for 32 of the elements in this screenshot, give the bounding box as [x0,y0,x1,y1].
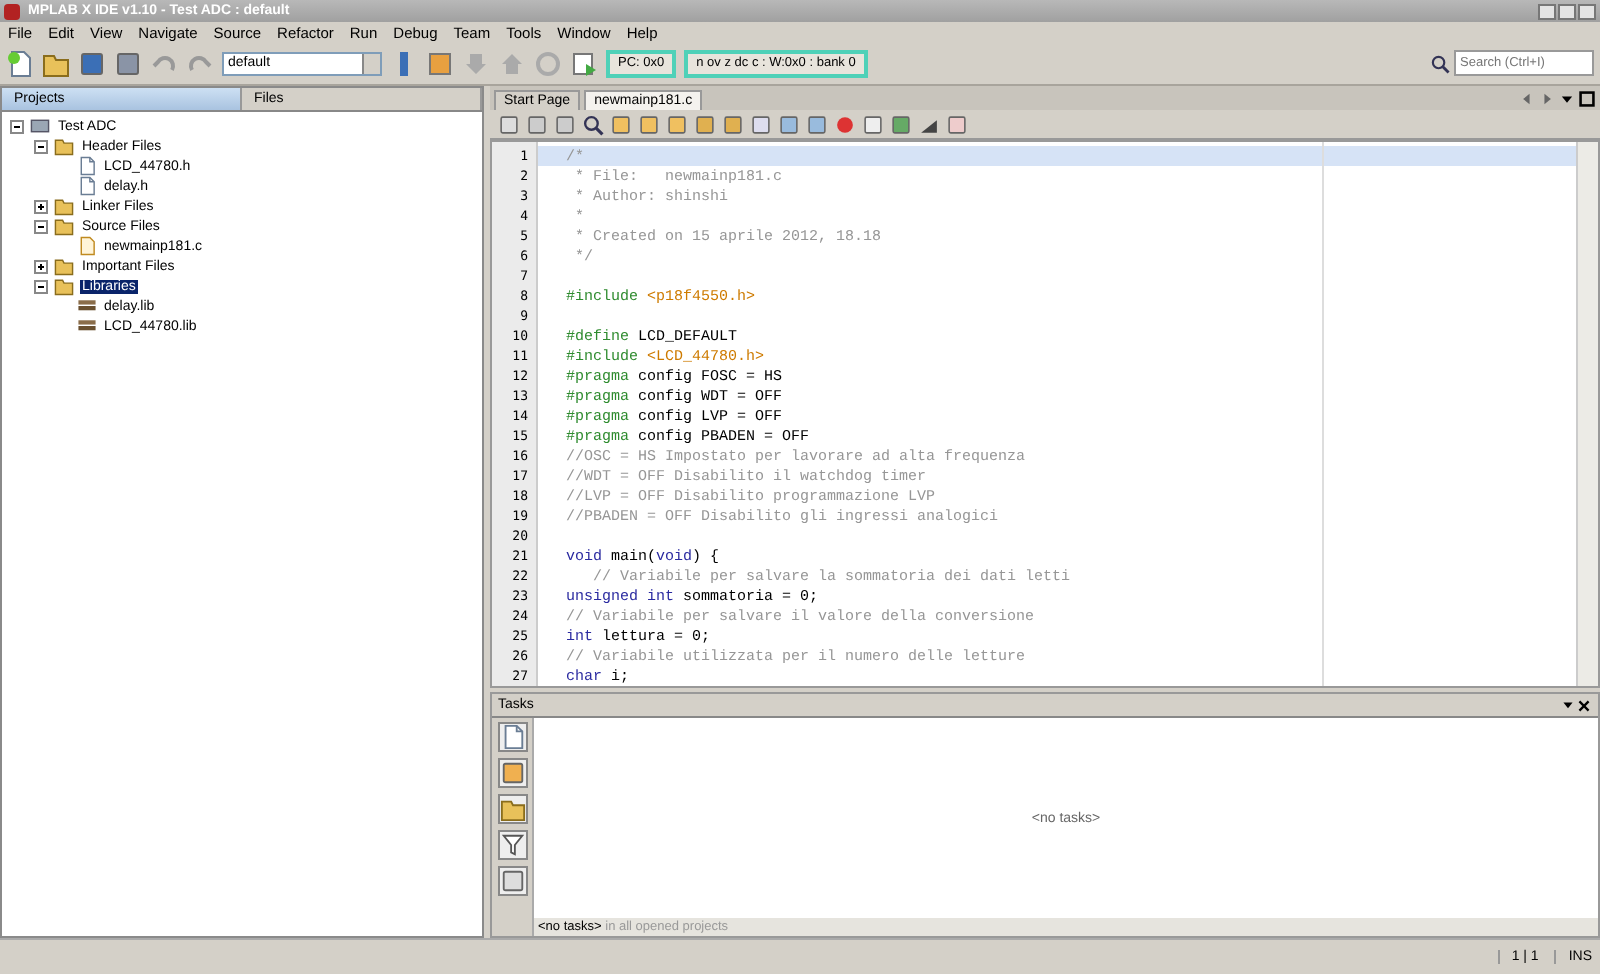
search-icon [1430,53,1450,73]
file-icon [76,156,98,176]
maximize-icon[interactable] [1578,89,1596,107]
collapse-icon[interactable] [10,119,24,133]
all-projects-icon[interactable] [497,794,527,824]
app-icon [4,3,20,19]
folder-icon [52,256,76,276]
scrollbar[interactable] [1576,142,1598,686]
file-icon [76,176,98,196]
expand-icon[interactable] [34,199,48,213]
collapse-icon[interactable] [34,139,48,153]
folder-icon [52,196,76,216]
new-project-icon[interactable] [6,49,34,77]
debug-icon[interactable] [570,49,598,77]
collapse-icon[interactable] [34,279,48,293]
minimize-icon[interactable] [1560,697,1576,713]
folder-icon [52,136,76,156]
filter-icon[interactable] [497,830,527,860]
open-project-icon[interactable] [42,49,70,77]
library-icon [76,316,98,336]
project-icon [28,116,52,136]
record-icon[interactable] [834,113,856,135]
folder-icon [52,216,76,236]
scroll-left-icon[interactable] [1518,89,1536,107]
close-icon[interactable] [1576,697,1592,713]
expand-icon[interactable] [34,259,48,273]
library-icon [76,296,98,316]
source-file-icon [76,236,98,256]
collapse-icon[interactable] [34,219,48,233]
folder-icon [52,276,76,296]
file-tasks-icon[interactable] [497,722,527,752]
find-icon[interactable] [582,113,604,135]
